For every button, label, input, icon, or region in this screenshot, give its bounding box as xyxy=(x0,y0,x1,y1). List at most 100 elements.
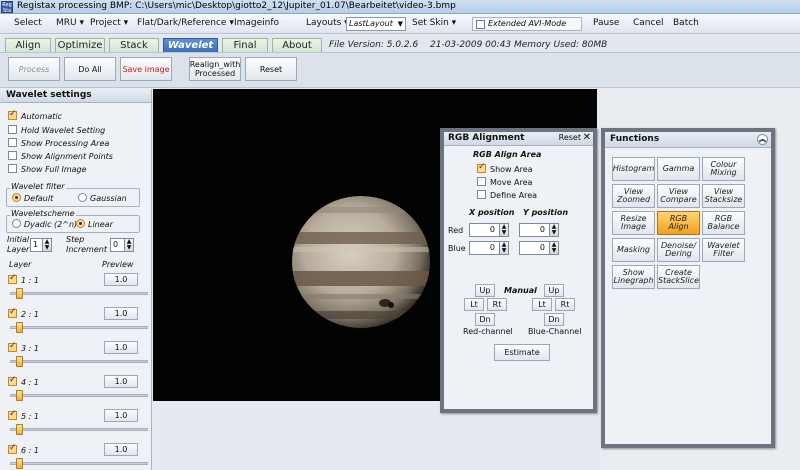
automatic-checkbox[interactable] xyxy=(8,109,17,120)
resize-image-button[interactable]: Resize Image xyxy=(612,211,655,235)
show-alignment-points-option[interactable]: Show Alignment Points xyxy=(8,151,113,163)
layer-1-checkbox[interactable] xyxy=(8,273,17,284)
estimate-button[interactable]: Estimate xyxy=(494,344,550,361)
layer-6-slider-track[interactable] xyxy=(10,462,148,465)
masking-button[interactable]: Masking xyxy=(612,238,655,262)
layer-3-slider-thumb[interactable] xyxy=(16,356,23,367)
wavelet-filter-button[interactable]: Wavelet Filter xyxy=(702,238,745,262)
tab-wavelet[interactable]: Wavelet xyxy=(163,38,218,52)
layer-2-slider-thumb[interactable] xyxy=(16,322,23,333)
view-zoomed-button[interactable]: View Zoomed xyxy=(612,184,655,208)
create-stackslice-button[interactable]: Create StackSlice xyxy=(657,265,700,289)
move-area-option[interactable]: Move Area xyxy=(477,177,532,189)
layer-4-preview-button[interactable]: 1.0 xyxy=(104,375,138,388)
save-image-button[interactable]: Save image xyxy=(120,57,172,81)
realign-with-processed-button[interactable]: Realign_with Processed xyxy=(189,57,241,81)
define-area-option[interactable]: Define Area xyxy=(477,190,537,202)
do-all-button[interactable]: Do All xyxy=(64,57,116,81)
filter-default-radio[interactable] xyxy=(12,193,21,202)
layer-5-preview-button[interactable]: 1.0 xyxy=(104,409,138,422)
scheme-linear-option[interactable]: Linear xyxy=(76,219,113,231)
red-left-button[interactable]: Lt xyxy=(464,298,484,311)
scheme-linear-radio[interactable] xyxy=(76,219,85,228)
layout-select[interactable]: LastLayout ▼ xyxy=(346,17,406,31)
cancel-button[interactable]: Cancel xyxy=(633,18,664,28)
red-y-spinner[interactable]: 0 ▲ ▼ xyxy=(519,223,559,237)
red-down-button[interactable]: Dn xyxy=(475,313,495,326)
scheme-dyadic-radio[interactable] xyxy=(12,219,21,228)
layer-4-slider-thumb[interactable] xyxy=(16,390,23,401)
tab-optimize[interactable]: Optimize xyxy=(55,38,105,52)
red-up-button[interactable]: Up xyxy=(475,284,495,297)
show-processing-area-option[interactable]: Show Processing Area xyxy=(8,138,109,150)
histogram-button[interactable]: Histogram xyxy=(612,157,655,181)
blue-up-button[interactable]: Up xyxy=(544,284,564,297)
close-icon[interactable]: ✕ xyxy=(583,132,591,143)
blue-right-button[interactable]: Rt xyxy=(555,298,575,311)
spin-arrows-icon[interactable]: ▲ ▼ xyxy=(549,242,558,254)
menu-set-skin[interactable]: Set Skin ▾ xyxy=(412,18,456,28)
colour-mixing-button[interactable]: Colour Mixing xyxy=(702,157,745,181)
blue-left-button[interactable]: Lt xyxy=(532,298,552,311)
tab-final[interactable]: Final xyxy=(222,38,268,52)
extended-avi-mode-checkbox[interactable] xyxy=(476,20,485,29)
batch-button[interactable]: Batch xyxy=(673,18,699,28)
pause-button[interactable]: Pause xyxy=(593,18,619,28)
layer-5-option[interactable]: 5 : 1 xyxy=(8,409,39,421)
filter-gaussian-radio[interactable] xyxy=(78,193,87,202)
tab-align[interactable]: Align xyxy=(5,38,51,52)
layer-3-checkbox[interactable] xyxy=(8,341,17,352)
initial-layer-spinner[interactable]: 1 ▲ ▼ xyxy=(30,238,52,252)
filter-gaussian-option[interactable]: Gaussian xyxy=(78,193,127,205)
layer-1-option[interactable]: 1 : 1 xyxy=(8,273,39,285)
tab-stack[interactable]: Stack xyxy=(109,38,159,52)
layer-4-option[interactable]: 4 : 1 xyxy=(8,375,39,387)
layer-1-slider-track[interactable] xyxy=(10,292,148,295)
spin-arrows-icon[interactable]: ▲ ▼ xyxy=(42,239,51,251)
tab-about[interactable]: About xyxy=(272,38,322,52)
layer-3-slider-track[interactable] xyxy=(10,360,148,363)
layer-5-slider-track[interactable] xyxy=(10,428,148,431)
view-stacksize-button[interactable]: View Stacksize xyxy=(702,184,745,208)
view-compare-button[interactable]: View Compare xyxy=(657,184,700,208)
show-area-option[interactable]: Show Area xyxy=(477,162,533,176)
gamma-button[interactable]: Gamma xyxy=(657,157,700,181)
layer-2-preview-button[interactable]: 1.0 xyxy=(104,307,138,320)
menu-flat-dark-reference[interactable]: Flat/Dark/Reference ▾ xyxy=(137,18,234,28)
show-full-image-option[interactable]: Show Full Image xyxy=(8,164,87,176)
automatic-option[interactable]: Automatic xyxy=(8,109,62,123)
layer-6-preview-button[interactable]: 1.0 xyxy=(104,443,138,456)
rgb-reset-button[interactable]: Reset xyxy=(559,133,581,142)
step-increment-spinner[interactable]: 0 ▲ ▼ xyxy=(110,238,134,252)
layer-3-preview-button[interactable]: 1.0 xyxy=(104,341,138,354)
spin-arrows-icon[interactable]: ▲ ▼ xyxy=(549,224,558,236)
red-x-spinner[interactable]: 0 ▲ ▼ xyxy=(469,223,509,237)
scheme-dyadic-option[interactable]: Dyadic (2^n) xyxy=(12,219,77,231)
layer-5-slider-thumb[interactable] xyxy=(16,424,23,435)
filter-default-option[interactable]: Default xyxy=(12,193,53,205)
layer-2-checkbox[interactable] xyxy=(8,307,17,318)
layer-6-option[interactable]: 6 : 1 xyxy=(8,443,39,455)
blue-y-spinner[interactable]: 0 ▲ ▼ xyxy=(519,241,559,255)
menu-project[interactable]: Project ▾ xyxy=(90,18,128,28)
layer-3-option[interactable]: 3 : 1 xyxy=(8,341,39,353)
layer-2-option[interactable]: 2 : 1 xyxy=(8,307,39,319)
collapse-icon[interactable]: ︽ xyxy=(757,134,768,145)
show-alignment-points-checkbox[interactable] xyxy=(8,151,17,160)
layer-6-slider-thumb[interactable] xyxy=(16,458,23,469)
move-area-checkbox[interactable] xyxy=(477,177,486,186)
blue-x-spinner[interactable]: 0 ▲ ▼ xyxy=(469,241,509,255)
layer-5-checkbox[interactable] xyxy=(8,409,17,420)
spin-arrows-icon[interactable]: ▲ ▼ xyxy=(499,242,508,254)
layer-2-slider-track[interactable] xyxy=(10,326,148,329)
layer-6-checkbox[interactable] xyxy=(8,443,17,454)
hold-wavelet-checkbox[interactable] xyxy=(8,125,17,134)
define-area-checkbox[interactable] xyxy=(477,190,486,199)
show-linegraph-button[interactable]: Show Linegraph xyxy=(612,265,655,289)
extended-avi-mode-toggle[interactable]: Extended AVI-Mode xyxy=(472,17,582,31)
layer-1-slider-thumb[interactable] xyxy=(16,288,23,299)
layer-4-slider-track[interactable] xyxy=(10,394,148,397)
blue-down-button[interactable]: Dn xyxy=(544,313,564,326)
reset-button[interactable]: Reset xyxy=(245,57,297,81)
spin-arrows-icon[interactable]: ▲ ▼ xyxy=(124,239,133,251)
